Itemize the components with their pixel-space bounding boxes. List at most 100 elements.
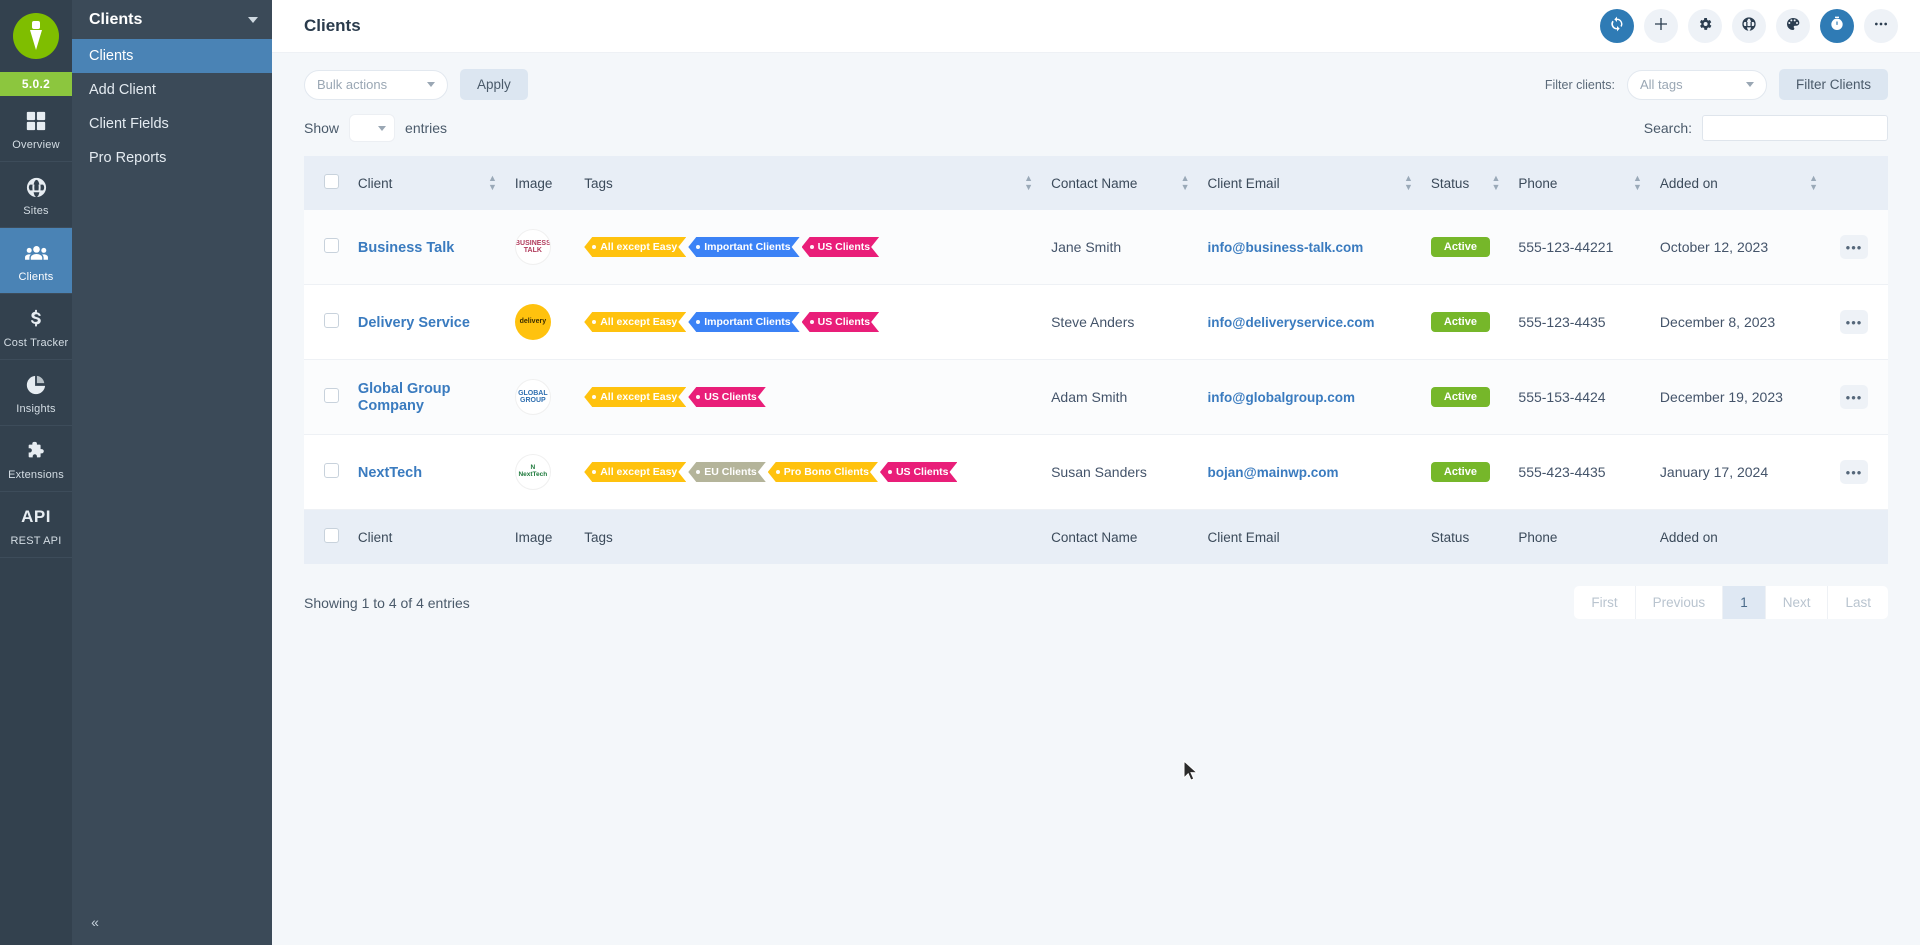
header-client[interactable]: Client ▲▼ — [350, 156, 507, 210]
status-cell: Active — [1423, 285, 1510, 360]
rail-label-clients: Clients — [2, 271, 70, 283]
version-badge: 5.0.2 — [0, 72, 72, 96]
rail-item-extensions[interactable]: Extensions — [0, 426, 72, 492]
sidebar-item-pro-reports[interactable]: Pro Reports — [72, 141, 272, 175]
apply-button[interactable]: Apply — [460, 69, 528, 100]
row-menu-button[interactable]: ••• — [1840, 460, 1868, 484]
tags-filter-select[interactable]: All tags — [1627, 70, 1767, 100]
tag-badge[interactable]: EU Clients — [688, 462, 766, 482]
timer-button[interactable] — [1820, 9, 1854, 43]
sort-icon[interactable]: ▲▼ — [488, 174, 497, 192]
sort-icon[interactable]: ▲▼ — [1633, 174, 1642, 192]
pagination-1[interactable]: 1 — [1723, 586, 1766, 619]
search-input[interactable] — [1702, 115, 1888, 141]
tag-badge[interactable]: Pro Bono Clients — [768, 462, 878, 482]
sort-icon[interactable]: ▲▼ — [1181, 174, 1190, 192]
client-email-cell: info@business-talk.com — [1200, 210, 1423, 285]
bulk-actions-select[interactable]: Bulk actions — [304, 70, 448, 100]
entries-per-page-select[interactable] — [349, 114, 395, 142]
row-checkbox[interactable] — [324, 388, 339, 403]
row-checkbox[interactable] — [324, 313, 339, 328]
header-phone[interactable]: Phone ▲▼ — [1510, 156, 1652, 210]
sidebar-item-label: Pro Reports — [89, 150, 166, 166]
theme-button[interactable] — [1776, 9, 1810, 43]
tag-badge[interactable]: Important Clients — [688, 312, 799, 332]
pagination-next[interactable]: Next — [1766, 586, 1829, 619]
client-email-link[interactable]: info@business-talk.com — [1208, 240, 1364, 255]
pagination-last[interactable]: Last — [1828, 586, 1888, 619]
rail-item-overview[interactable]: Overview — [0, 96, 72, 162]
chevron-down-icon — [1746, 82, 1754, 87]
app-root: 5.0.2 Overview Sites Clients Cost Tracke… — [0, 0, 1920, 945]
tag-badge[interactable]: All except Easy — [584, 462, 686, 482]
sidebar-item-add-client[interactable]: Add Client — [72, 73, 272, 107]
header-added-on[interactable]: Added on ▲▼ — [1652, 156, 1828, 210]
status-cell: Active — [1423, 210, 1510, 285]
client-name-link[interactable]: Business Talk — [358, 240, 454, 256]
rail-item-insights[interactable]: Insights — [0, 360, 72, 426]
rail-item-rest-api[interactable]: API REST API — [0, 492, 72, 558]
client-name-link[interactable]: NextTech — [358, 465, 422, 481]
tag-badge[interactable]: US Clients — [688, 387, 766, 407]
select-all-checkbox[interactable] — [324, 174, 339, 189]
client-name-link[interactable]: Delivery Service — [358, 315, 470, 331]
app-logo[interactable] — [0, 0, 72, 72]
header-contact-name[interactable]: Contact Name ▲▼ — [1043, 156, 1199, 210]
sidebar-header[interactable]: Clients — [72, 0, 272, 39]
sidebar-item-client-fields[interactable]: Client Fields — [72, 107, 272, 141]
header-actions — [1828, 156, 1888, 210]
row-menu-button[interactable]: ••• — [1840, 385, 1868, 409]
rail-item-clients[interactable]: Clients — [0, 228, 72, 294]
more-options-button[interactable] — [1864, 9, 1898, 43]
row-select-cell — [304, 285, 350, 360]
phone-cell: 555-423-4435 — [1510, 435, 1652, 510]
sidebar-item-clients[interactable]: Clients — [72, 39, 272, 73]
sort-icon[interactable]: ▲▼ — [1809, 174, 1818, 192]
table-row[interactable]: Global Group CompanyGLOBAL GROUPAll exce… — [304, 360, 1888, 435]
select-all-checkbox-footer[interactable] — [324, 528, 339, 543]
table-row[interactable]: Business TalkBUSINESS TALKAll except Eas… — [304, 210, 1888, 285]
tag-badge[interactable]: US Clients — [880, 462, 958, 482]
sidebar-title: Clients — [89, 11, 142, 29]
row-menu-button[interactable]: ••• — [1840, 310, 1868, 334]
client-name-link[interactable]: Global Group Company — [358, 381, 451, 414]
clients-table-wrapper: Client ▲▼ Image Tags ▲▼ Contac — [272, 156, 1920, 564]
sync-button[interactable] — [1600, 9, 1634, 43]
row-checkbox[interactable] — [324, 463, 339, 478]
client-email-link[interactable]: info@globalgroup.com — [1208, 390, 1355, 405]
entries-label: entries — [405, 120, 447, 136]
sort-icon[interactable]: ▲▼ — [1024, 174, 1033, 192]
sort-icon[interactable]: ▲▼ — [1404, 174, 1413, 192]
pagination-first[interactable]: First — [1574, 586, 1635, 619]
table-row[interactable]: Delivery ServicedeliveryAll except EasyI… — [304, 285, 1888, 360]
client-email-link[interactable]: bojan@mainwp.com — [1208, 465, 1339, 480]
sidebar-collapse-icon[interactable]: « — [84, 911, 106, 933]
client-logo-icon: N NextTech — [515, 454, 551, 490]
pagination-previous[interactable]: Previous — [1636, 586, 1724, 619]
filter-clients-button[interactable]: Filter Clients — [1779, 69, 1888, 100]
client-email-link[interactable]: info@deliveryservice.com — [1208, 315, 1375, 330]
sort-icon[interactable]: ▲▼ — [1491, 174, 1500, 192]
settings-button[interactable] — [1688, 9, 1722, 43]
add-button[interactable] — [1644, 9, 1678, 43]
globe-icon — [1741, 16, 1757, 37]
pagination: FirstPrevious1NextLast — [1574, 586, 1888, 619]
tag-badge[interactable]: US Clients — [802, 237, 880, 257]
table-row[interactable]: NextTech N NextTech All except EasyEU Clie… — [304, 435, 1888, 510]
puzzle-icon — [2, 438, 70, 464]
rail-item-sites[interactable]: Sites — [0, 162, 72, 228]
header-image[interactable]: Image — [507, 156, 576, 210]
row-checkbox[interactable] — [324, 238, 339, 253]
row-menu-button[interactable]: ••• — [1840, 235, 1868, 259]
rail-item-cost-tracker[interactable]: Cost Tracker — [0, 294, 72, 360]
tag-badge[interactable]: All except Easy — [584, 387, 686, 407]
tag-badge[interactable]: US Clients — [802, 312, 880, 332]
header-tags[interactable]: Tags ▲▼ — [576, 156, 1043, 210]
tag-badge[interactable]: All except Easy — [584, 237, 686, 257]
language-button[interactable] — [1732, 9, 1766, 43]
tag-badge[interactable]: Important Clients — [688, 237, 799, 257]
tag-badge[interactable]: All except Easy — [584, 312, 686, 332]
header-status[interactable]: Status ▲▼ — [1423, 156, 1510, 210]
header-client-email[interactable]: Client Email ▲▼ — [1200, 156, 1423, 210]
chevron-down-icon[interactable] — [248, 17, 258, 23]
